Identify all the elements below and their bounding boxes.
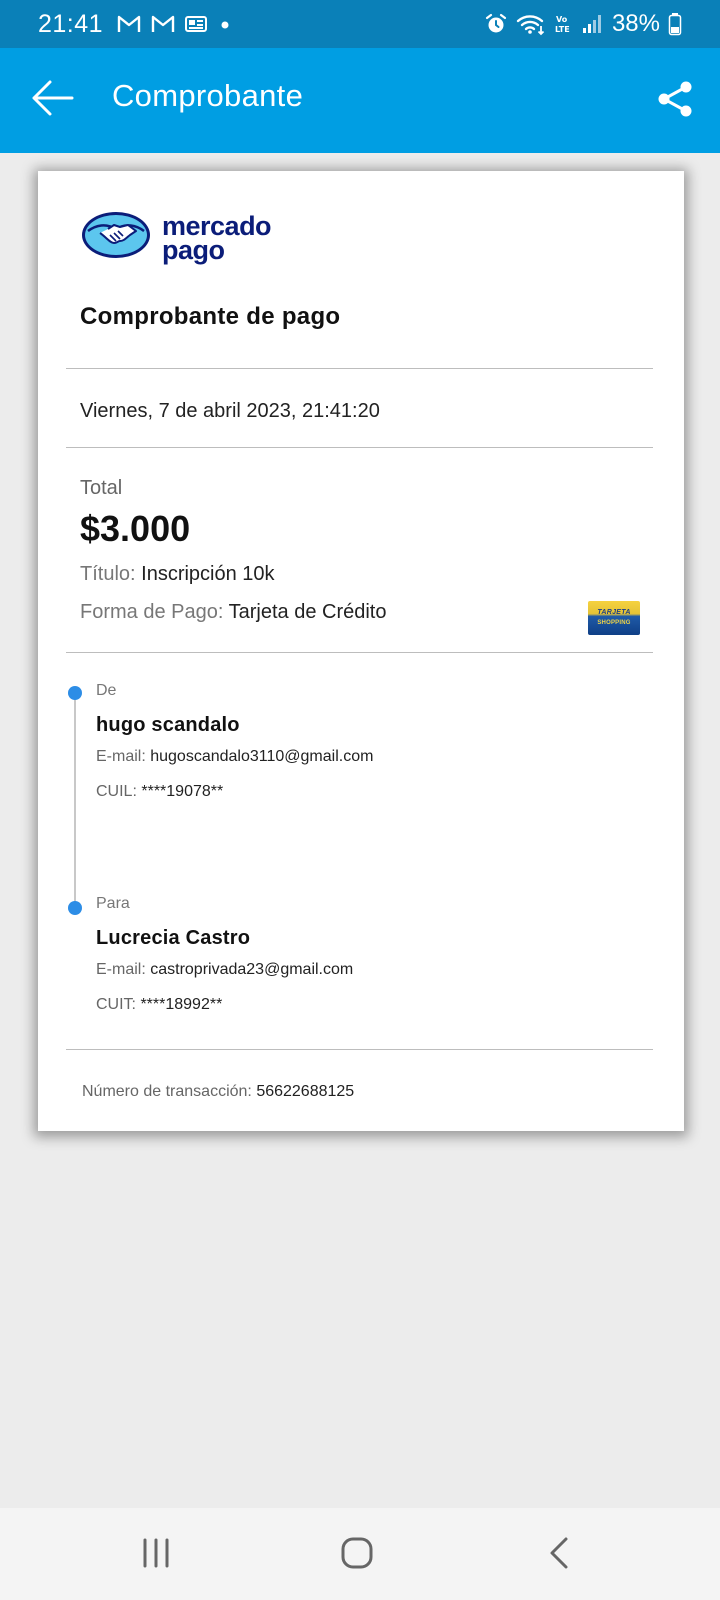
recent-apps-button[interactable] — [126, 1530, 186, 1580]
share-icon — [655, 79, 695, 124]
from-id-label: CUIL: — [96, 783, 137, 800]
svg-text:LTE: LTE — [555, 25, 570, 34]
title-label: Título: — [80, 563, 136, 585]
receipt-card: mercado pago Comprobante de pago Viernes… — [38, 171, 684, 1131]
logo-text-line1: mercado — [162, 210, 272, 241]
battery-percent: 38% — [611, 10, 660, 37]
share-button[interactable] — [650, 76, 700, 126]
gmail-icon — [151, 15, 175, 33]
back-icon — [546, 1536, 572, 1575]
payment-method-row: Forma de Pago: Tarjeta de Crédito — [80, 601, 387, 624]
payment-method-value: Tarjeta de Crédito — [228, 601, 387, 623]
back-button[interactable] — [26, 76, 78, 124]
payment-method-label: Forma de Pago: — [80, 601, 224, 623]
status-bar: 21:41 Vo LTE 38% — [0, 0, 720, 48]
nav-back-button[interactable] — [529, 1530, 589, 1580]
arrow-left-icon — [30, 78, 74, 123]
to-id: ****18992** — [140, 996, 223, 1013]
to-name: Lucrecia Castro — [96, 927, 251, 949]
mercado-pago-logo: mercado pago — [80, 209, 272, 266]
battery-icon — [668, 12, 682, 36]
from-name: hugo scandalo — [96, 714, 240, 736]
alarm-icon — [484, 12, 508, 36]
timeline-dot-from — [68, 686, 82, 700]
transaction-value: 56622688125 — [256, 1083, 355, 1100]
card-brand-logo: TARJETA SHOPPING — [588, 601, 640, 635]
from-id: ****19078** — [141, 783, 224, 800]
timeline-dot-to — [68, 901, 82, 915]
receipt-date: Viernes, 7 de abril 2023, 21:41:20 — [80, 400, 380, 422]
wifi-icon — [516, 12, 546, 36]
to-id-row: CUIT: ****18992** — [96, 996, 222, 1014]
divider — [66, 368, 653, 369]
from-id-row: CUIL: ****19078** — [96, 783, 223, 801]
page-title: Comprobante — [112, 78, 304, 113]
title-row: Título: Inscripción 10k — [80, 563, 275, 586]
from-email-label: E-mail: — [96, 748, 146, 765]
volte-icon: Vo LTE — [554, 12, 574, 36]
from-email: hugoscandalo3110@gmail.com — [150, 748, 374, 765]
handshake-icon — [80, 209, 152, 266]
to-label: Para — [96, 895, 130, 912]
signal-icon — [582, 12, 604, 36]
title-value: Inscripción 10k — [141, 563, 275, 585]
total-amount: $3.000 — [80, 508, 191, 549]
gmail-icon — [117, 15, 141, 33]
recent-apps-icon — [141, 1538, 171, 1573]
dot-icon — [217, 15, 233, 33]
to-email: castroprivada23@gmail.com — [150, 961, 354, 978]
divider — [66, 1049, 653, 1050]
system-nav-bar — [0, 1508, 720, 1600]
receipt-title: Comprobante de pago — [80, 303, 341, 330]
timeline-line — [74, 689, 76, 905]
total-label: Total — [80, 477, 123, 499]
transaction-label: Número de transacción: — [82, 1083, 252, 1100]
from-email-row: E-mail: hugoscandalo3110@gmail.com — [96, 748, 373, 766]
news-icon — [185, 15, 208, 33]
logo-text-line2: pago — [162, 234, 225, 265]
to-email-label: E-mail: — [96, 961, 146, 978]
to-id-label: CUIT: — [96, 996, 136, 1013]
to-email-row: E-mail: castroprivada23@gmail.com — [96, 961, 353, 979]
svg-text:Vo: Vo — [556, 15, 568, 24]
transaction-number: Número de transacción: 56622688125 — [82, 1083, 354, 1101]
status-time: 21:41 — [38, 9, 104, 38]
app-bar: Comprobante — [0, 48, 720, 153]
from-label: De — [96, 682, 117, 699]
home-button[interactable] — [327, 1530, 387, 1580]
divider — [66, 447, 653, 448]
home-icon — [340, 1536, 374, 1575]
divider — [66, 652, 653, 653]
